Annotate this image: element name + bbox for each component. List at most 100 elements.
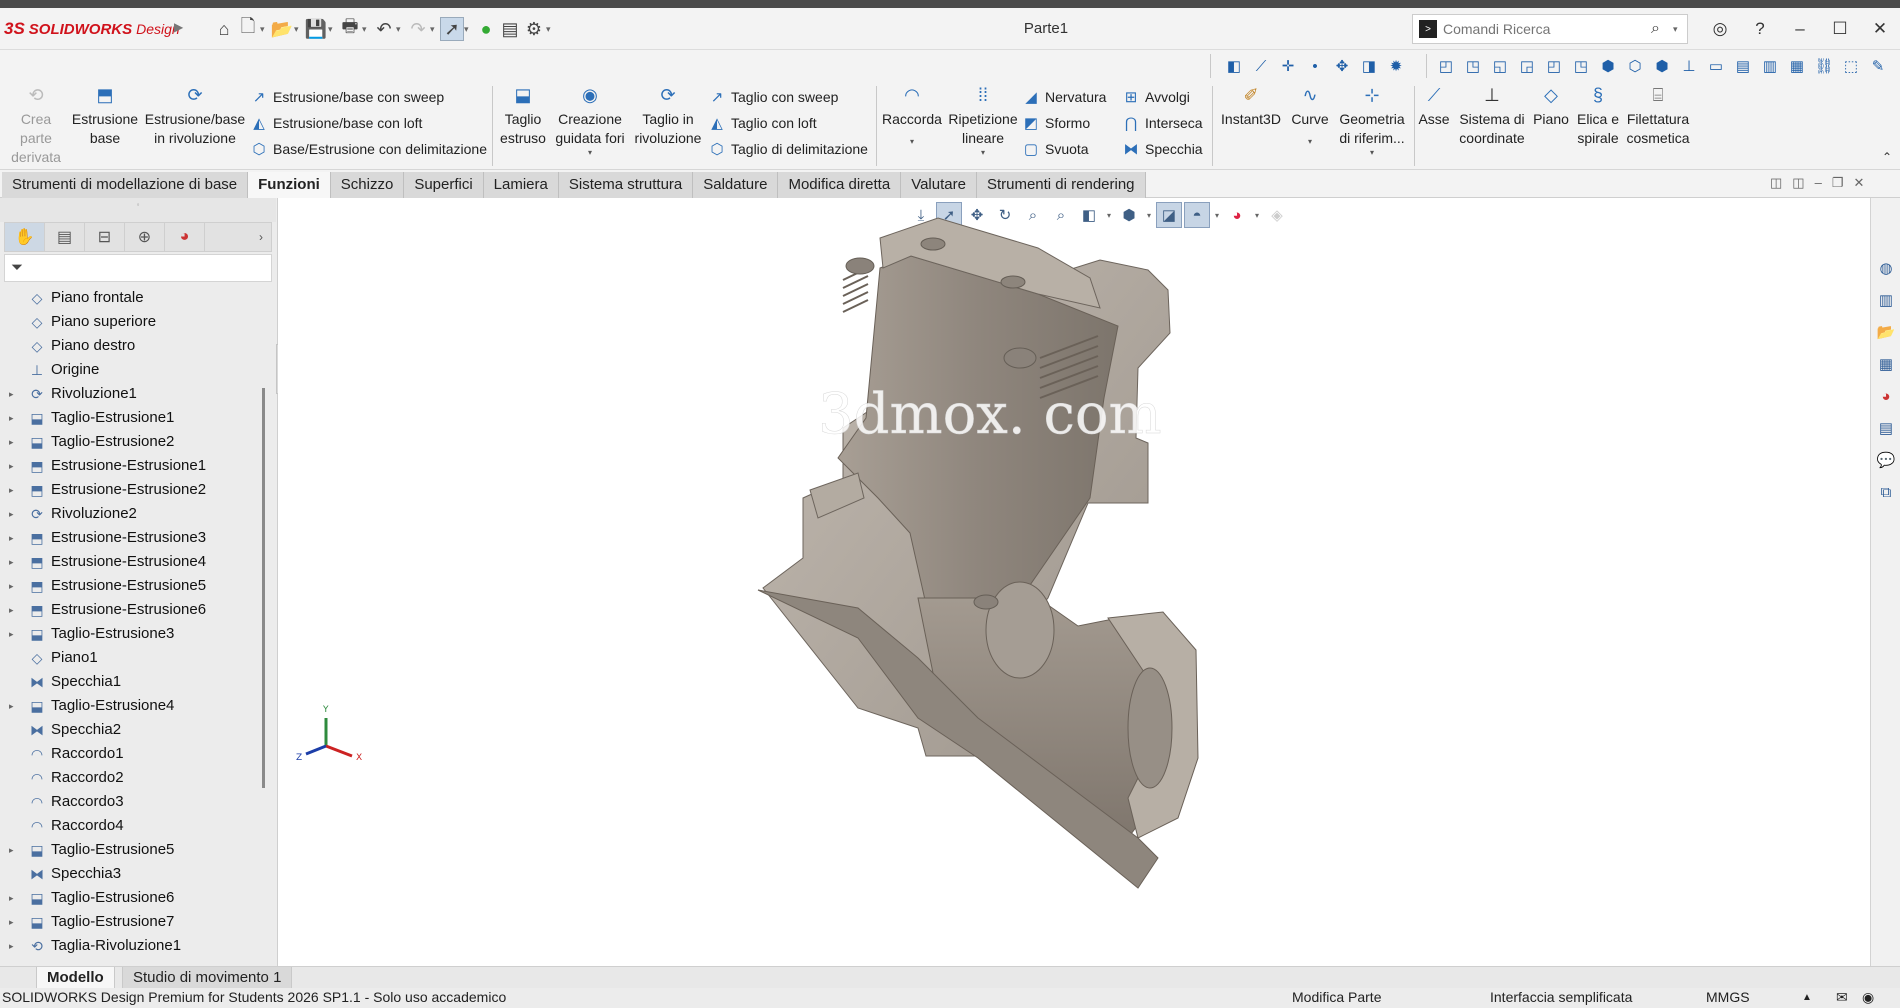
- tab-modifica-diretta[interactable]: Modifica diretta: [778, 172, 902, 198]
- geometria-riferimento-button[interactable]: ⊹ Geometria di riferim... ▾: [1334, 86, 1410, 158]
- tree-node[interactable]: ▸ ⬒ Estrusione-Estrusione6: [0, 598, 258, 622]
- creazione-guidata-fori-button[interactable]: ◉ Creazione guidata fori ▾: [552, 86, 628, 158]
- collapse-ribbon-icon[interactable]: ⌃: [1882, 150, 1892, 164]
- restore-doc-icon[interactable]: ❐: [1832, 175, 1844, 191]
- settings-small-icon[interactable]: ✹: [1384, 54, 1408, 78]
- left-view-icon[interactable]: ◱: [1488, 54, 1512, 78]
- top-view-icon[interactable]: ◰: [1542, 54, 1566, 78]
- chevron-down-icon[interactable]: ▾: [1288, 137, 1332, 147]
- right-view-icon[interactable]: ◲: [1515, 54, 1539, 78]
- tree-node[interactable]: ▸ ⬓ Taglio-Estrusione5: [0, 838, 258, 862]
- property-manager-tab-icon[interactable]: ▤: [45, 223, 85, 251]
- expand-arrow-icon[interactable]: ▸: [9, 838, 14, 862]
- chevron-down-icon[interactable]: ▾: [546, 24, 556, 35]
- chevron-down-icon[interactable]: ▾: [362, 24, 372, 35]
- taglio-sweep-button[interactable]: ↗ Taglio con sweep: [708, 86, 839, 108]
- four-view-icon[interactable]: ▦: [1785, 54, 1809, 78]
- expand-arrow-icon[interactable]: ▸: [9, 406, 14, 430]
- expand-arrow-icon[interactable]: ▸: [9, 934, 14, 958]
- expand-arrow-icon[interactable]: ▸: [9, 526, 14, 550]
- instant3d-button[interactable]: ✐ Instant3D: [1216, 86, 1286, 129]
- tree-node[interactable]: ⧓ Specchia2: [0, 718, 258, 742]
- search-icon[interactable]: ⌕: [1651, 20, 1673, 38]
- bottom-view-icon[interactable]: ◳: [1569, 54, 1593, 78]
- display-icon[interactable]: ◨: [1357, 54, 1381, 78]
- configuration-manager-tab-icon[interactable]: ⊟: [85, 223, 125, 251]
- chevron-down-icon[interactable]: ▾: [1673, 24, 1687, 35]
- account-icon[interactable]: ◎: [1700, 14, 1740, 44]
- minimize-doc-icon[interactable]: –: [1815, 175, 1822, 191]
- move-icon[interactable]: ✥: [1330, 54, 1354, 78]
- rebuild-traffic-light-icon[interactable]: ●: [474, 17, 498, 41]
- back-view-icon[interactable]: ◳: [1461, 54, 1485, 78]
- tree-scrollbar[interactable]: [262, 388, 265, 788]
- tree-node[interactable]: ◇ Piano frontale: [0, 286, 258, 310]
- dimetric-view-icon[interactable]: ⬢: [1650, 54, 1674, 78]
- svuota-button[interactable]: ▢ Svuota: [1022, 138, 1089, 160]
- tree-node[interactable]: ▸ ⬓ Taglio-Estrusione6: [0, 886, 258, 910]
- view-selector-icon[interactable]: ⬚: [1839, 54, 1863, 78]
- tree-node[interactable]: ◇ Piano destro: [0, 334, 258, 358]
- chevron-right-icon[interactable]: ›: [251, 223, 271, 251]
- tree-node[interactable]: ▸ ⬒ Estrusione-Estrusione4: [0, 550, 258, 574]
- new-document-icon[interactable]: 🗋: [236, 16, 260, 41]
- close-doc-icon[interactable]: ✕: [1853, 175, 1864, 191]
- asse-button[interactable]: ⟋ Asse: [1416, 86, 1452, 129]
- print-icon[interactable]: 🖶: [338, 16, 362, 41]
- chevron-down-icon[interactable]: ▾: [948, 148, 1018, 158]
- tab-motion-study[interactable]: Studio di movimento 1: [122, 967, 293, 989]
- solidworks-resources-icon[interactable]: ◍: [1872, 254, 1900, 282]
- file-explorer-icon[interactable]: 📂: [1872, 318, 1900, 346]
- options-gear-icon[interactable]: ⚙: [522, 17, 546, 41]
- tools-icon[interactable]: ✎: [1866, 54, 1890, 78]
- tree-node[interactable]: ▸ ⬓ Taglio-Estrusione7: [0, 910, 258, 934]
- tab-modello[interactable]: Modello: [36, 967, 115, 989]
- chevron-down-icon[interactable]: ▾: [464, 24, 474, 35]
- sistema-coordinate-button[interactable]: ⊥ Sistema di coordinate: [1456, 86, 1528, 148]
- taglio-rivoluzione-button[interactable]: ⟳ Taglio in rivoluzione: [632, 86, 704, 148]
- two-view-vertical-icon[interactable]: ▥: [1758, 54, 1782, 78]
- nervatura-button[interactable]: ◢ Nervatura: [1022, 86, 1106, 108]
- sketch-line-icon[interactable]: ⟋: [1249, 54, 1273, 78]
- tree-node[interactable]: ▸ ⟳ Rivoluzione1: [0, 382, 258, 406]
- tab-funzioni[interactable]: Funzioni: [248, 172, 331, 198]
- design-library-icon[interactable]: ▥: [1872, 286, 1900, 314]
- tile-left-icon[interactable]: ◫: [1770, 175, 1782, 191]
- front-view-icon[interactable]: ◰: [1434, 54, 1458, 78]
- status-units[interactable]: MMGS: [1706, 989, 1750, 1005]
- tab-strumenti-di-rendering[interactable]: Strumenti di rendering: [976, 172, 1146, 198]
- expand-arrow-icon[interactable]: ▸: [9, 382, 14, 406]
- save-icon[interactable]: 💾: [304, 17, 328, 41]
- solidworks-addins-icon[interactable]: ⧉: [1872, 478, 1900, 506]
- ripetizione-lineare-button[interactable]: ⁞⁞ Ripetizione lineare ▾: [948, 86, 1018, 158]
- base-delimitazione-button[interactable]: ⬡ Base/Estrusione con delimitazione: [250, 138, 487, 160]
- expand-arrow-icon[interactable]: ▸: [9, 574, 14, 598]
- units-arrow-icon[interactable]: ▲: [1802, 992, 1812, 1003]
- chevron-down-icon[interactable]: ▾: [294, 24, 304, 35]
- chevron-down-icon[interactable]: ▾: [396, 24, 406, 35]
- expand-arrow-icon[interactable]: ▸: [9, 502, 14, 526]
- display-manager-tab-icon[interactable]: ◕: [165, 223, 205, 251]
- appearances-scenes-icon[interactable]: ◕: [1872, 382, 1900, 410]
- coordinate-axes-icon[interactable]: ✛: [1276, 54, 1300, 78]
- point-icon[interactable]: •: [1303, 54, 1327, 78]
- view-palette-icon[interactable]: ▦: [1872, 350, 1900, 378]
- taglio-loft-button[interactable]: ◭ Taglio con loft: [708, 112, 816, 134]
- single-viewport-icon[interactable]: ▭: [1704, 54, 1728, 78]
- expand-arrow-icon[interactable]: ▸: [9, 454, 14, 478]
- chevron-down-icon[interactable]: ▾: [880, 137, 944, 147]
- feature-tree-tab-icon[interactable]: ✋: [5, 223, 45, 251]
- minimize-icon[interactable]: –: [1780, 14, 1820, 44]
- tile-right-icon[interactable]: ◫: [1792, 175, 1804, 191]
- custom-properties-icon[interactable]: ▤: [1872, 414, 1900, 442]
- tree-node[interactable]: ▸ ⬓ Taglio-Estrusione3: [0, 622, 258, 646]
- tree-node[interactable]: ▸ ⬓ Taglio-Estrusione2: [0, 430, 258, 454]
- tree-node[interactable]: ◇ Piano1: [0, 646, 258, 670]
- tree-node[interactable]: ⊥ Origine: [0, 358, 258, 382]
- file-properties-icon[interactable]: ▤: [498, 17, 522, 41]
- expand-arrow-icon[interactable]: ▸: [9, 694, 14, 718]
- tree-node[interactable]: ▸ ⟲ Taglia-Rivoluzione1: [0, 934, 258, 958]
- search-input[interactable]: [1443, 21, 1651, 37]
- elica-spirale-button[interactable]: § Elica e spirale: [1574, 86, 1622, 148]
- maximize-icon[interactable]: ☐: [1820, 14, 1860, 44]
